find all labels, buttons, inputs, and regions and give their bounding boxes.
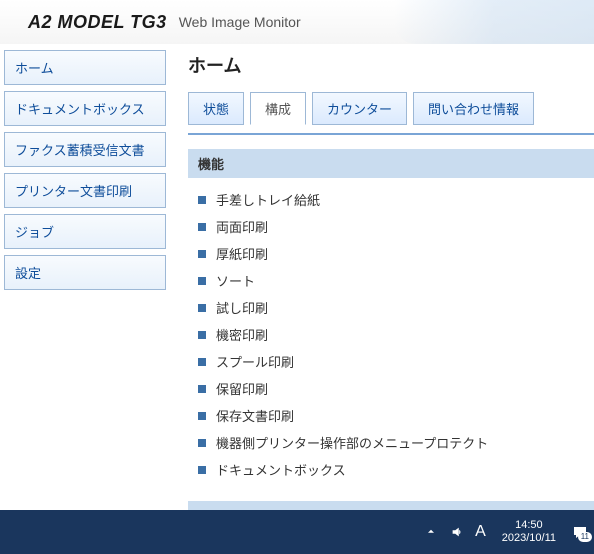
feature-label: 保留印刷 [216,379,268,398]
tab-status[interactable]: 状態 [188,92,244,125]
feature-label: ソート [216,271,255,290]
bullet-icon [198,250,206,258]
clock-time: 14:50 [515,519,543,532]
speaker-icon[interactable] [449,524,465,540]
feature-label: 機器側プリンター操作部のメニュープロテクト [216,433,488,452]
sidebar-item-printer-docs[interactable]: プリンター文書印刷 [4,173,166,208]
taskbar-clock[interactable]: 14:50 2023/10/11 [496,519,562,545]
sidebar-item-settings[interactable]: 設定 [4,255,166,290]
bullet-icon [198,385,206,393]
list-item: 試し印刷 [198,294,594,321]
tab-inquiry[interactable]: 問い合わせ情報 [413,92,534,125]
feature-label: スプール印刷 [216,352,294,371]
bullet-icon [198,277,206,285]
list-item: 手差しトレイ給紙 [198,186,594,213]
bullet-icon [198,223,206,231]
sidebar-item-home[interactable]: ホーム [4,50,166,85]
tray-overflow-icon[interactable] [423,524,439,540]
list-item: スプール印刷 [198,348,594,375]
sidebar: ホーム ドキュメントボックス ファクス蓄積受信文書 プリンター文書印刷 ジョブ … [0,44,170,510]
feature-label: 試し印刷 [216,298,268,317]
notification-icon[interactable]: 11 [572,524,588,540]
sidebar-item-fax-received[interactable]: ファクス蓄積受信文書 [4,132,166,167]
tab-configuration[interactable]: 構成 [250,92,306,125]
list-item: ソート [198,267,594,294]
system-tray: A 14:50 2023/10/11 11 [423,519,588,545]
list-item: 厚紙印刷 [198,240,594,267]
section-header-features: 機能 [188,149,594,178]
bullet-icon [198,466,206,474]
feature-list: 手差しトレイ給紙 両面印刷 厚紙印刷 ソート 試し印刷 機密印刷 スプール印刷 … [188,178,594,501]
list-item: 保存文書印刷 [198,402,594,429]
sidebar-item-job[interactable]: ジョブ [4,214,166,249]
tab-underline [188,133,594,135]
bullet-icon [198,412,206,420]
main-content: ホーム 状態 構成 カウンター 問い合わせ情報 機能 手差しトレイ給紙 両面印刷… [170,44,594,510]
list-item: 保留印刷 [198,375,594,402]
app-header: A2 MODEL TG3 Web Image Monitor [0,0,594,44]
feature-label: ドキュメントボックス [216,460,346,479]
feature-label: 保存文書印刷 [216,406,294,425]
section-header-system: システム [188,501,594,510]
sidebar-item-document-box[interactable]: ドキュメントボックス [4,91,166,126]
feature-label: 機密印刷 [216,325,268,344]
bullet-icon [198,304,206,312]
tab-counter[interactable]: カウンター [312,92,407,125]
feature-label: 両面印刷 [216,217,268,236]
app-subtitle: Web Image Monitor [179,14,301,30]
notification-count: 11 [578,532,592,542]
feature-label: 厚紙印刷 [216,244,268,263]
tab-bar: 状態 構成 カウンター 問い合わせ情報 [188,92,594,125]
app-title: A2 MODEL TG3 [28,12,167,33]
page-title: ホーム [188,52,594,78]
bullet-icon [198,439,206,447]
feature-label: 手差しトレイ給紙 [216,190,320,209]
list-item: 機器側プリンター操作部のメニュープロテクト [198,429,594,456]
bullet-icon [198,196,206,204]
list-item: 両面印刷 [198,213,594,240]
ime-indicator[interactable]: A [475,523,486,541]
list-item: 機密印刷 [198,321,594,348]
bullet-icon [198,358,206,366]
bullet-icon [198,331,206,339]
list-item: ドキュメントボックス [198,456,594,483]
clock-date: 2023/10/11 [502,532,556,545]
windows-taskbar: A 14:50 2023/10/11 11 [0,510,594,554]
